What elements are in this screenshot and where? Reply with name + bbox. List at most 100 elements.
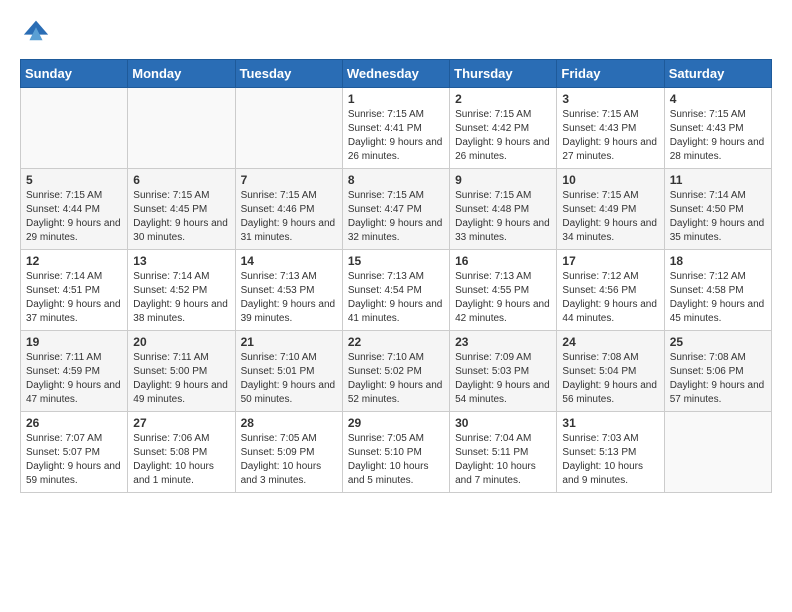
day-of-week-header: Thursday xyxy=(450,60,557,88)
calendar-cell: 25Sunrise: 7:08 AM Sunset: 5:06 PM Dayli… xyxy=(664,331,771,412)
calendar-cell: 9Sunrise: 7:15 AM Sunset: 4:48 PM Daylig… xyxy=(450,169,557,250)
calendar-cell: 8 Sunrise: 7:15 AM Sunset: 4:47 PM Daylig… xyxy=(342,169,449,250)
day-number: 6 xyxy=(133,173,229,187)
day-info: Sunrise: 7:08 AM Sunset: 5:04 PM Dayligh… xyxy=(562,351,658,407)
calendar-cell: 30 Sunrise: 7:04 AM Sunset: 5:11 PM Dayli… xyxy=(450,412,557,493)
calendar-cell: 23 Sunrise: 7:09 AM Sunset: 5:03 PM Dayli… xyxy=(450,331,557,412)
day-info: Sunrise: 7:15 AM Sunset: 4:43 PM Dayligh… xyxy=(562,108,658,164)
day-info: Sunrise: 7:13 AM Sunset: 4:53 PM Dayligh… xyxy=(241,270,337,326)
calendar-cell: 26 Sunrise: 7:07 AM Sunset: 5:07 PM Dayli… xyxy=(21,412,128,493)
header xyxy=(20,16,772,49)
calendar-cell: 2 Sunrise: 7:15 AM Sunset: 4:42 PM Daylig… xyxy=(450,88,557,169)
day-number: 25 xyxy=(670,335,766,349)
calendar-cell: 19 Sunrise: 7:11 AM Sunset: 4:59 PM Dayli… xyxy=(21,331,128,412)
calendar-cell: 13 Sunrise: 7:14 AM Sunset: 4:52 PM Dayli… xyxy=(128,250,235,331)
calendar-cell: 20 Sunrise: 7:11 AM Sunset: 5:00 PM Dayli… xyxy=(128,331,235,412)
day-info: Sunrise: 7:04 AM Sunset: 5:11 PM Dayligh… xyxy=(455,432,551,488)
calendar-page: SundayMondayTuesdayWednesdayThursdayFrid… xyxy=(0,0,792,509)
day-number: 10 xyxy=(562,173,658,187)
day-number: 31 xyxy=(562,416,658,430)
calendar-cell: 14 Sunrise: 7:13 AM Sunset: 4:53 PM Dayli… xyxy=(235,250,342,331)
calendar-cell: 7Sunrise: 7:15 AM Sunset: 4:46 PM Daylig… xyxy=(235,169,342,250)
day-number: 26 xyxy=(26,416,122,430)
calendar-cell: 27 Sunrise: 7:06 AM Sunset: 5:08 PM Dayli… xyxy=(128,412,235,493)
calendar-week-row: 26 Sunrise: 7:07 AM Sunset: 5:07 PM Dayli… xyxy=(21,412,772,493)
day-number: 2 xyxy=(455,92,551,106)
day-info: Sunrise: 7:14 AM Sunset: 4:51 PM Dayligh… xyxy=(26,270,122,326)
day-info: Sunrise: 7:11 AM Sunset: 4:59 PM Dayligh… xyxy=(26,351,122,407)
day-info: Sunrise: 7:15 AM Sunset: 4:42 PM Dayligh… xyxy=(455,108,551,164)
day-number: 13 xyxy=(133,254,229,268)
day-number: 15 xyxy=(348,254,444,268)
day-info: Sunrise: 7:05 AM Sunset: 5:10 PM Dayligh… xyxy=(348,432,444,488)
day-number: 29 xyxy=(348,416,444,430)
day-of-week-header: Sunday xyxy=(21,60,128,88)
day-info: Sunrise: 7:15 AM Sunset: 4:45 PM Dayligh… xyxy=(133,189,229,245)
day-number: 1 xyxy=(348,92,444,106)
calendar-cell xyxy=(664,412,771,493)
day-of-week-header: Tuesday xyxy=(235,60,342,88)
day-info: Sunrise: 7:09 AM Sunset: 5:03 PM Dayligh… xyxy=(455,351,551,407)
day-info: Sunrise: 7:15 AM Sunset: 4:46 PM Dayligh… xyxy=(241,189,337,245)
calendar-cell: 3Sunrise: 7:15 AM Sunset: 4:43 PM Daylig… xyxy=(557,88,664,169)
day-number: 27 xyxy=(133,416,229,430)
day-number: 12 xyxy=(26,254,122,268)
day-number: 21 xyxy=(241,335,337,349)
day-info: Sunrise: 7:15 AM Sunset: 4:47 PM Dayligh… xyxy=(348,189,444,245)
calendar-cell xyxy=(235,88,342,169)
calendar-cell xyxy=(128,88,235,169)
calendar-cell: 28 Sunrise: 7:05 AM Sunset: 5:09 PM Dayli… xyxy=(235,412,342,493)
day-of-week-header: Friday xyxy=(557,60,664,88)
calendar-table: SundayMondayTuesdayWednesdayThursdayFrid… xyxy=(20,59,772,493)
day-info: Sunrise: 7:05 AM Sunset: 5:09 PM Dayligh… xyxy=(241,432,337,488)
day-number: 5 xyxy=(26,173,122,187)
calendar-cell: 12 Sunrise: 7:14 AM Sunset: 4:51 PM Dayli… xyxy=(21,250,128,331)
day-of-week-header: Monday xyxy=(128,60,235,88)
day-info: Sunrise: 7:06 AM Sunset: 5:08 PM Dayligh… xyxy=(133,432,229,488)
logo-text xyxy=(20,16,50,49)
day-number: 22 xyxy=(348,335,444,349)
day-number: 18 xyxy=(670,254,766,268)
calendar-cell: 4 Sunrise: 7:15 AM Sunset: 4:43 PM Daylig… xyxy=(664,88,771,169)
day-info: Sunrise: 7:11 AM Sunset: 5:00 PM Dayligh… xyxy=(133,351,229,407)
day-info: Sunrise: 7:03 AM Sunset: 5:13 PM Dayligh… xyxy=(562,432,658,488)
day-number: 19 xyxy=(26,335,122,349)
calendar-week-row: 19 Sunrise: 7:11 AM Sunset: 4:59 PM Dayli… xyxy=(21,331,772,412)
calendar-cell: 16Sunrise: 7:13 AM Sunset: 4:55 PM Dayli… xyxy=(450,250,557,331)
calendar-header-row: SundayMondayTuesdayWednesdayThursdayFrid… xyxy=(21,60,772,88)
calendar-cell: 22 Sunrise: 7:10 AM Sunset: 5:02 PM Dayli… xyxy=(342,331,449,412)
day-number: 20 xyxy=(133,335,229,349)
day-number: 11 xyxy=(670,173,766,187)
logo-icon xyxy=(22,16,50,44)
calendar-week-row: 5 Sunrise: 7:15 AM Sunset: 4:44 PM Daylig… xyxy=(21,169,772,250)
day-info: Sunrise: 7:12 AM Sunset: 4:58 PM Dayligh… xyxy=(670,270,766,326)
calendar-cell: 15Sunrise: 7:13 AM Sunset: 4:54 PM Dayli… xyxy=(342,250,449,331)
day-number: 8 xyxy=(348,173,444,187)
day-info: Sunrise: 7:15 AM Sunset: 4:44 PM Dayligh… xyxy=(26,189,122,245)
calendar-cell xyxy=(21,88,128,169)
calendar-cell: 6 Sunrise: 7:15 AM Sunset: 4:45 PM Daylig… xyxy=(128,169,235,250)
day-info: Sunrise: 7:07 AM Sunset: 5:07 PM Dayligh… xyxy=(26,432,122,488)
calendar-cell: 21 Sunrise: 7:10 AM Sunset: 5:01 PM Dayli… xyxy=(235,331,342,412)
day-number: 17 xyxy=(562,254,658,268)
day-info: Sunrise: 7:15 AM Sunset: 4:43 PM Dayligh… xyxy=(670,108,766,164)
calendar-cell: 17Sunrise: 7:12 AM Sunset: 4:56 PM Dayli… xyxy=(557,250,664,331)
day-number: 9 xyxy=(455,173,551,187)
calendar-week-row: 12 Sunrise: 7:14 AM Sunset: 4:51 PM Dayli… xyxy=(21,250,772,331)
day-number: 28 xyxy=(241,416,337,430)
day-info: Sunrise: 7:10 AM Sunset: 5:01 PM Dayligh… xyxy=(241,351,337,407)
day-info: Sunrise: 7:10 AM Sunset: 5:02 PM Dayligh… xyxy=(348,351,444,407)
calendar-cell: 5 Sunrise: 7:15 AM Sunset: 4:44 PM Daylig… xyxy=(21,169,128,250)
day-number: 16 xyxy=(455,254,551,268)
day-number: 30 xyxy=(455,416,551,430)
day-info: Sunrise: 7:14 AM Sunset: 4:52 PM Dayligh… xyxy=(133,270,229,326)
calendar-cell: 11 Sunrise: 7:14 AM Sunset: 4:50 PM Dayli… xyxy=(664,169,771,250)
day-number: 23 xyxy=(455,335,551,349)
day-of-week-header: Wednesday xyxy=(342,60,449,88)
calendar-cell: 10Sunrise: 7:15 AM Sunset: 4:49 PM Dayli… xyxy=(557,169,664,250)
day-info: Sunrise: 7:14 AM Sunset: 4:50 PM Dayligh… xyxy=(670,189,766,245)
day-number: 4 xyxy=(670,92,766,106)
calendar-cell: 31 Sunrise: 7:03 AM Sunset: 5:13 PM Dayli… xyxy=(557,412,664,493)
day-number: 14 xyxy=(241,254,337,268)
calendar-cell: 18 Sunrise: 7:12 AM Sunset: 4:58 PM Dayli… xyxy=(664,250,771,331)
